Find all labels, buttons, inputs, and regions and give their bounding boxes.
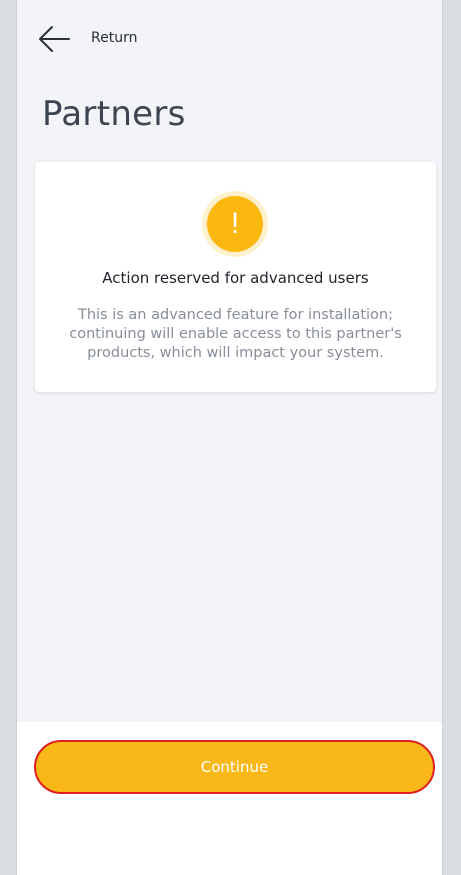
top-navigation-bar: Return bbox=[17, 0, 442, 80]
app-screen: Return Partners ! Action reserved for ad… bbox=[16, 0, 443, 875]
warning-card: ! Action reserved for advanced users Thi… bbox=[35, 162, 436, 392]
return-link[interactable]: Return bbox=[91, 30, 137, 46]
exclamation-icon: ! bbox=[207, 196, 263, 252]
continue-button[interactable]: Continue bbox=[34, 740, 435, 794]
warning-message: This is an advanced feature for installa… bbox=[69, 307, 402, 361]
bottom-action-bar: Continue bbox=[17, 722, 442, 875]
page-title: Partners bbox=[42, 94, 186, 134]
warning-heading: Action reserved for advanced users bbox=[102, 269, 369, 287]
back-arrow-icon[interactable] bbox=[37, 24, 71, 54]
